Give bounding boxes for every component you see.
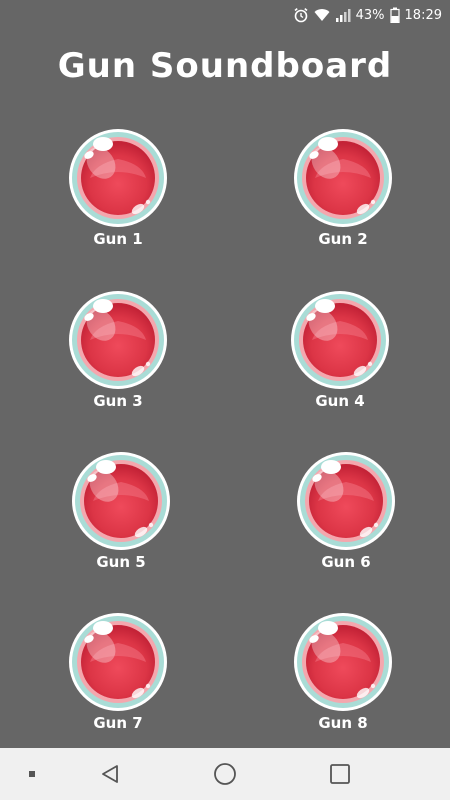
sound-button-gun-8[interactable]: Gun 8 — [288, 612, 398, 742]
red-orb-icon — [68, 612, 168, 712]
page-title: Gun Soundboard — [57, 46, 393, 86]
wifi-icon — [314, 7, 330, 23]
navigation-bar — [0, 748, 450, 800]
sound-button-label: Gun 8 — [318, 714, 368, 732]
sound-button-gun-7[interactable]: Gun 7 — [63, 612, 173, 742]
recents-dot-icon — [27, 769, 37, 779]
overview-icon — [329, 763, 351, 785]
sound-button-label: Gun 1 — [93, 230, 143, 248]
home-icon — [213, 762, 237, 786]
red-orb-icon — [293, 612, 393, 712]
home-button[interactable] — [209, 758, 241, 790]
sound-button-label: Gun 4 — [315, 392, 365, 410]
back-button[interactable] — [94, 758, 126, 790]
clock: 18:29 — [404, 7, 442, 23]
sound-button-label: Gun 7 — [93, 714, 143, 732]
sound-button-gun-5[interactable]: Gun 5 — [66, 451, 176, 581]
red-orb-icon — [296, 451, 396, 551]
sound-button-gun-6[interactable]: Gun 6 — [291, 451, 401, 581]
overview-button[interactable] — [324, 758, 356, 790]
battery-icon — [389, 7, 400, 23]
sound-button-label: Gun 6 — [321, 553, 371, 571]
status-bar-right: 43% 18:29 — [293, 0, 442, 30]
sound-button-gun-4[interactable]: Gun 4 — [285, 290, 395, 420]
sound-button-gun-3[interactable]: Gun 3 — [63, 290, 173, 420]
red-orb-icon — [68, 290, 168, 390]
red-orb-icon — [290, 290, 390, 390]
battery-percent: 43% — [355, 7, 385, 23]
recents-dot-button[interactable] — [16, 758, 48, 790]
red-orb-icon — [68, 128, 168, 228]
alarm-icon — [293, 7, 309, 23]
sound-button-label: Gun 3 — [93, 392, 143, 410]
sound-button-label: Gun 2 — [318, 230, 368, 248]
status-bar: 43% 18:29 — [0, 0, 450, 30]
signal-icon — [335, 7, 351, 23]
back-icon — [99, 763, 121, 785]
red-orb-icon — [293, 128, 393, 228]
red-orb-icon — [71, 451, 171, 551]
sound-button-gun-1[interactable]: Gun 1 — [63, 128, 173, 258]
sound-button-label: Gun 5 — [96, 553, 146, 571]
sound-button-gun-2[interactable]: Gun 2 — [288, 128, 398, 258]
